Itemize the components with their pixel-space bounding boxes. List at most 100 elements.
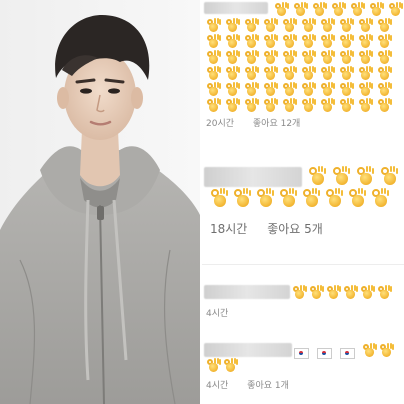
ok-hand-icon xyxy=(377,34,392,49)
comment-meta: 18시간 좋아요 5개 xyxy=(210,220,323,237)
ok-hand-emoji-row xyxy=(206,358,240,373)
ok-hand-icon xyxy=(301,18,316,33)
ok-hand-icon xyxy=(350,2,365,17)
ok-hand-icon xyxy=(206,358,221,373)
ok-hand-icon xyxy=(360,285,375,300)
ok-hand-icon xyxy=(332,166,352,186)
ok-hand-icon xyxy=(225,66,240,81)
comment-time: 18시간 xyxy=(210,222,248,236)
ok-hand-icon xyxy=(388,2,403,17)
ok-hand-icon xyxy=(244,50,259,65)
ok-hand-icon xyxy=(301,98,316,113)
like-count[interactable]: 좋아요 1개 xyxy=(247,381,289,391)
ok-hand-icon xyxy=(225,18,240,33)
ok-hand-icon xyxy=(301,82,316,97)
ok-hand-icon xyxy=(301,66,316,81)
ok-hand-icon xyxy=(331,2,346,17)
ok-hand-icon xyxy=(233,188,253,208)
ok-hand-icon xyxy=(263,50,278,65)
ok-hand-icon xyxy=(377,66,392,81)
ok-hand-icon xyxy=(339,82,354,97)
ok-hand-icon xyxy=(263,34,278,49)
ok-hand-icon xyxy=(362,343,377,358)
ok-hand-icon xyxy=(263,18,278,33)
blurred-username xyxy=(204,167,302,187)
ok-hand-icon xyxy=(301,50,316,65)
ok-hand-icon xyxy=(320,18,335,33)
comments-panel: 20시간 좋아요 12개 18시간 좋아요 5개 4시간 4시간 좋아요 1개 xyxy=(202,0,404,404)
ok-hand-icon xyxy=(339,66,354,81)
ok-hand-emoji-row xyxy=(292,285,394,300)
ok-hand-icon xyxy=(380,166,400,186)
ok-hand-emoji-row xyxy=(274,2,404,17)
ok-hand-icon xyxy=(308,166,328,186)
ok-hand-icon xyxy=(244,82,259,97)
ok-hand-icon xyxy=(358,66,373,81)
ok-hand-icon xyxy=(320,34,335,49)
ok-hand-icon xyxy=(339,98,354,113)
ok-hand-icon xyxy=(263,66,278,81)
ok-hand-icon xyxy=(292,285,307,300)
korea-flag-icon xyxy=(317,348,333,359)
ok-hand-icon xyxy=(206,66,221,81)
ok-hand-icon xyxy=(206,82,221,97)
ok-hand-icon xyxy=(244,34,259,49)
ok-hand-icon xyxy=(358,34,373,49)
ok-hand-icon xyxy=(282,66,297,81)
blurred-username xyxy=(204,2,268,14)
ok-hand-icon xyxy=(356,166,376,186)
ok-hand-emoji-row xyxy=(308,166,404,186)
ok-hand-icon xyxy=(358,18,373,33)
ok-hand-icon xyxy=(263,82,278,97)
like-count[interactable]: 좋아요 12개 xyxy=(253,119,300,129)
ok-hand-icon xyxy=(282,18,297,33)
comment-meta: 4시간 좋아요 1개 xyxy=(206,378,289,391)
ok-hand-icon xyxy=(282,98,297,113)
ok-hand-icon xyxy=(244,18,259,33)
comment-time: 20시간 xyxy=(206,119,235,129)
korea-flag-icon xyxy=(294,348,309,359)
blurred-username xyxy=(204,285,290,299)
ok-hand-icon xyxy=(379,343,394,358)
ok-hand-icon xyxy=(293,2,308,17)
ok-hand-icon xyxy=(358,98,373,113)
flag-row xyxy=(294,343,356,362)
ok-hand-icon xyxy=(339,50,354,65)
ok-hand-icon xyxy=(206,98,221,113)
ok-hand-icon xyxy=(256,188,276,208)
ok-hand-icon xyxy=(377,82,392,97)
person-portrait-image xyxy=(0,0,200,404)
ok-hand-icon xyxy=(377,285,392,300)
ok-hand-icon xyxy=(206,34,221,49)
ok-hand-icon xyxy=(369,2,384,17)
comment-separator xyxy=(202,264,404,265)
ok-hand-icon xyxy=(312,2,327,17)
ok-hand-icon xyxy=(244,98,259,113)
ok-hand-icon xyxy=(320,98,335,113)
ok-hand-icon xyxy=(206,18,221,33)
comment-time: 4시간 xyxy=(206,381,229,391)
ok-hand-icon xyxy=(371,188,391,208)
ok-hand-icon xyxy=(377,98,392,113)
ok-hand-icon xyxy=(377,50,392,65)
ok-hand-icon xyxy=(343,285,358,300)
ok-hand-icon xyxy=(358,82,373,97)
ok-hand-icon xyxy=(225,50,240,65)
ok-hand-icon xyxy=(206,50,221,65)
like-count[interactable]: 좋아요 5개 xyxy=(267,222,323,236)
ok-hand-icon xyxy=(279,188,299,208)
comment-time: 4시간 xyxy=(206,309,229,319)
ok-hand-icon xyxy=(320,66,335,81)
ok-hand-icon xyxy=(320,50,335,65)
ok-hand-icon xyxy=(320,82,335,97)
ok-hand-icon xyxy=(282,50,297,65)
ok-hand-icon xyxy=(274,2,289,17)
profile-photo xyxy=(0,0,200,404)
korea-flag-icon xyxy=(340,348,356,359)
comment-meta: 20시간 좋아요 12개 xyxy=(206,116,300,129)
ok-hand-icon xyxy=(244,66,259,81)
ok-hand-emoji-row xyxy=(210,188,394,208)
ok-hand-icon xyxy=(339,34,354,49)
ok-hand-icon xyxy=(348,188,368,208)
ok-hand-icon xyxy=(223,358,238,373)
